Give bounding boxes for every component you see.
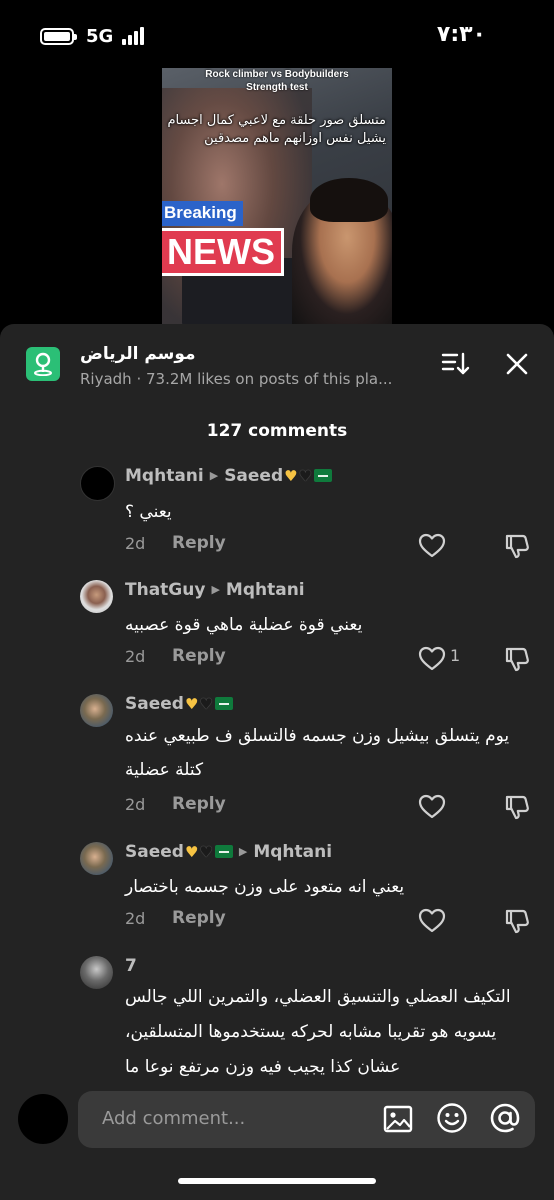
dislike-icon[interactable] bbox=[503, 793, 531, 821]
signal-icon bbox=[122, 27, 150, 45]
reply-arrow-icon: ▶ bbox=[209, 469, 219, 482]
dislike-icon[interactable] bbox=[503, 532, 531, 560]
mention-icon[interactable] bbox=[489, 1102, 521, 1138]
avatar[interactable] bbox=[80, 842, 113, 875]
my-avatar[interactable] bbox=[18, 1094, 68, 1144]
comments-count: 127 comments bbox=[206, 421, 348, 441]
video-player[interactable]: Rock climber vs Bodybuilders Strength te… bbox=[162, 68, 392, 324]
comment-age: 2d bbox=[125, 647, 146, 666]
comment-author[interactable]: Saeed♥♥ ▶ Mqhtani bbox=[125, 842, 332, 862]
saudi-flag-icon bbox=[314, 469, 333, 482]
comment-author[interactable]: Mqhtani ▶ Saeed♥♥ bbox=[125, 466, 333, 486]
dislike-icon[interactable] bbox=[503, 645, 531, 673]
heart-icon[interactable] bbox=[418, 646, 446, 672]
reply-button[interactable]: Reply bbox=[172, 908, 226, 928]
avatar[interactable] bbox=[80, 466, 115, 501]
saudi-flag-icon bbox=[214, 845, 233, 858]
yellow-heart-icon: ♥ bbox=[184, 843, 199, 861]
comment-text: يعني ؟ bbox=[125, 502, 172, 522]
avatar[interactable] bbox=[80, 956, 113, 989]
avatar[interactable] bbox=[80, 694, 113, 727]
black-heart-icon: ♥ bbox=[199, 695, 213, 713]
reply-button[interactable]: Reply bbox=[172, 533, 226, 553]
breaking-badge: Breaking bbox=[162, 201, 243, 226]
comment-text: يعني قوة عضلية ماهي قوة عصبيه bbox=[125, 615, 363, 635]
reply-button[interactable]: Reply bbox=[172, 794, 226, 814]
location-pin-icon[interactable] bbox=[26, 347, 60, 381]
status-bar: 5G ٧:٣٠ bbox=[0, 0, 554, 70]
close-icon[interactable] bbox=[503, 350, 531, 378]
comment-age: 2d bbox=[125, 795, 146, 814]
comment-author[interactable]: 7 bbox=[125, 956, 137, 976]
comment-text: يعني انه متعود على وزن جسمه باختصار bbox=[125, 877, 405, 897]
comment-age: 2d bbox=[125, 534, 146, 553]
image-icon[interactable] bbox=[383, 1105, 413, 1137]
comments-sheet: موسم الرياض Riyadh · 73.2M likes on post… bbox=[0, 324, 554, 1200]
heart-icon[interactable] bbox=[418, 794, 446, 820]
comment-text: التكيف العضلي والتنسيق العضلي، والتمرين … bbox=[125, 987, 511, 1077]
black-heart-icon: ♥ bbox=[298, 467, 313, 485]
place-title[interactable]: موسم الرياض bbox=[80, 344, 196, 364]
black-heart-icon: ♥ bbox=[199, 843, 213, 861]
avatar[interactable] bbox=[80, 580, 113, 613]
status-time: ٧:٣٠ bbox=[436, 22, 486, 47]
news-badge: NEWS bbox=[162, 228, 284, 276]
reply-button[interactable]: Reply bbox=[172, 646, 226, 666]
yellow-heart-icon: ♥ bbox=[184, 695, 199, 713]
network-label: 5G bbox=[86, 26, 114, 47]
yellow-heart-icon: ♥ bbox=[284, 467, 298, 485]
reply-arrow-icon: ▶ bbox=[211, 583, 220, 596]
saudi-flag-icon bbox=[214, 697, 233, 710]
video-arabic-caption: متسلق صور حلقة مع لاعبي كمال اجسام يشيل … bbox=[167, 113, 386, 146]
comment-text: يوم يتسلق بيشيل وزن جسمه فالتسلق ف طبيعي… bbox=[125, 726, 510, 780]
comment-author[interactable]: Saeed♥♥ bbox=[125, 694, 233, 714]
heart-icon[interactable] bbox=[418, 533, 446, 559]
battery-icon bbox=[40, 28, 77, 45]
heart-icon[interactable] bbox=[418, 908, 446, 934]
sort-icon[interactable] bbox=[440, 350, 470, 378]
emoji-icon[interactable] bbox=[436, 1102, 468, 1138]
video-top-caption: Rock climber vs Bodybuilders Strength te… bbox=[205, 69, 349, 93]
place-subtitle[interactable]: Riyadh · 73.2M likes on posts of this pl… bbox=[80, 370, 415, 388]
comment-input-placeholder: Add comment... bbox=[102, 1108, 246, 1129]
reply-arrow-icon: ▶ bbox=[238, 845, 248, 858]
comment-author[interactable]: ThatGuy ▶ Mqhtani bbox=[125, 580, 305, 600]
like-count: 1 bbox=[450, 646, 461, 665]
comment-age: 2d bbox=[125, 909, 146, 928]
home-indicator[interactable] bbox=[178, 1178, 376, 1184]
dislike-icon[interactable] bbox=[503, 907, 531, 935]
